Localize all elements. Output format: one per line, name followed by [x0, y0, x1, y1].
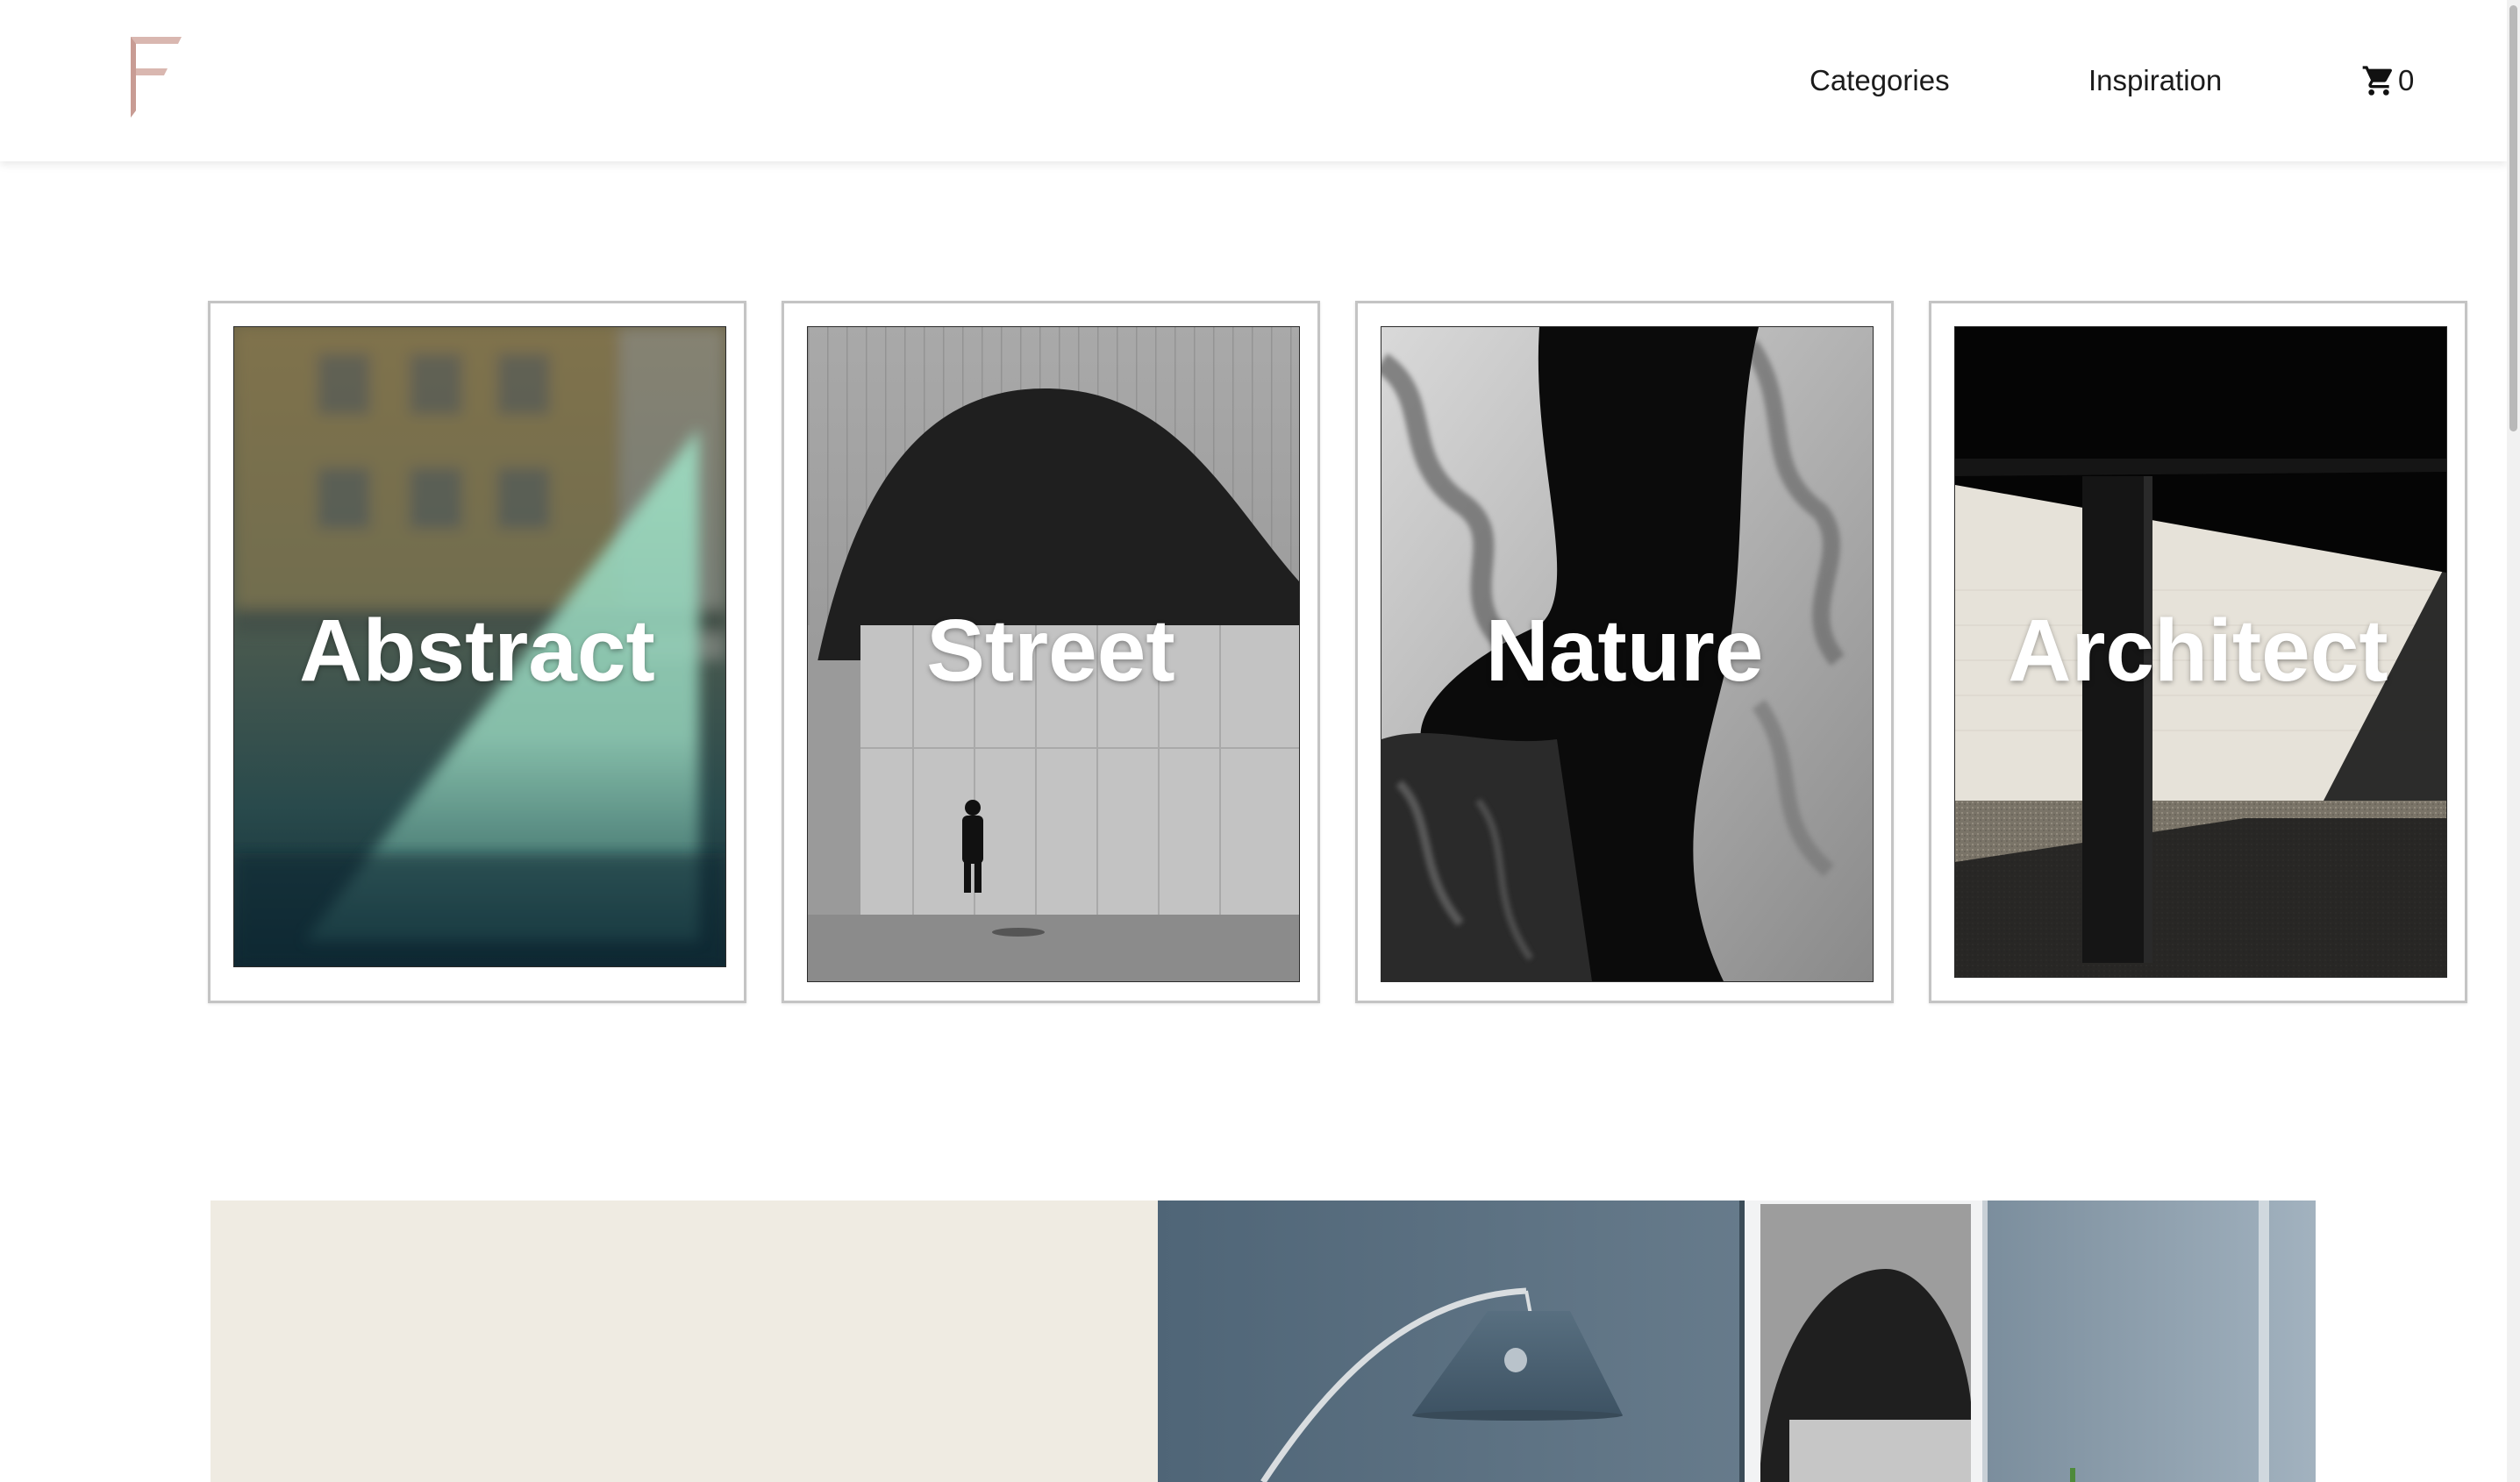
page-scrollbar[interactable] [2507, 0, 2520, 1482]
category-card-nature[interactable]: Nature [1355, 301, 1894, 1003]
category-label-abstract: Abstract [299, 602, 655, 700]
nav-link-inspiration[interactable]: Inspiration [2088, 0, 2222, 161]
brand-logo[interactable] [127, 37, 182, 118]
category-label-architect: Architect [2008, 602, 2388, 700]
banner-text-panel [211, 1201, 1158, 1482]
site-header: Categories Inspiration 0 [0, 0, 2507, 161]
nav-link-inspiration-label: Inspiration [2088, 64, 2223, 96]
cart-count: 0 [2398, 64, 2415, 96]
banner-image [1158, 1201, 2316, 1482]
category-card-architect[interactable]: Architect [1929, 301, 2467, 1003]
nav-link-categories-label: Categories [1810, 64, 1950, 96]
category-card-street[interactable]: Street [782, 301, 1320, 1003]
scrollbar-thumb[interactable] [2509, 5, 2517, 431]
category-label-nature: Nature [1485, 602, 1764, 700]
category-label-street: Street [926, 602, 1175, 700]
brand-logo-icon [131, 37, 182, 118]
inspiration-banner[interactable] [211, 1201, 2316, 1482]
nav-link-categories[interactable]: Categories [1810, 0, 1950, 161]
cart-icon [2362, 66, 2393, 96]
page: Categories Inspiration 0 Abstract Street… [0, 0, 2520, 1482]
cart-button[interactable]: 0 [2361, 0, 2414, 161]
category-card-abstract[interactable]: Abstract [208, 301, 746, 1003]
